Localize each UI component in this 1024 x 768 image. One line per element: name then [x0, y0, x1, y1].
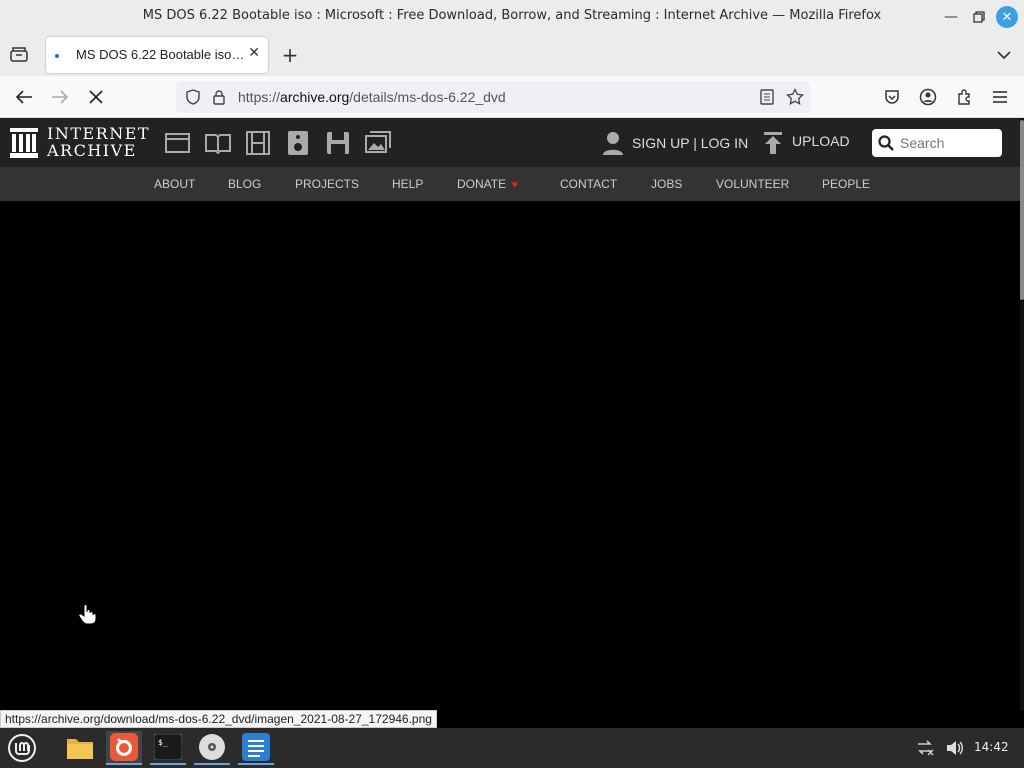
new-tab-icon[interactable]: + [279, 43, 301, 67]
archive-logo-text[interactable]: INTERNET ARCHIVE [47, 125, 150, 159]
menu-icon[interactable] [989, 86, 1011, 108]
nav-jobs[interactable]: JOBS [651, 177, 682, 191]
window-titlebar: MS DOS 6.22 Bootable iso : Microsoft : F… [0, 0, 1024, 34]
terminal-icon[interactable]: $_ [150, 731, 186, 765]
tab-strip: MS DOS 6.22 Bootable iso : M ✕ + [0, 34, 1024, 76]
link-status-bar: https://archive.org/download/ms-dos-6.22… [0, 710, 437, 728]
nav-blog[interactable]: BLOG [228, 177, 261, 191]
firefox-icon[interactable] [106, 731, 142, 765]
user-icon[interactable] [603, 131, 623, 159]
tab-close-icon[interactable]: ✕ [248, 45, 260, 61]
tab-overview-icon[interactable] [8, 43, 30, 65]
web-icon[interactable] [165, 131, 191, 155]
heart-icon: ♥ [511, 179, 518, 191]
site-header: INTERNET ARCHIVE SIGN UP | LOG IN UPLOAD… [0, 118, 1020, 167]
window-title: MS DOS 6.22 Bootable iso : Microsoft : F… [142, 8, 882, 23]
disc-icon[interactable] [194, 731, 230, 765]
tab-active[interactable]: MS DOS 6.22 Bootable iso : M ✕ [46, 37, 268, 73]
navigation-toolbar: https://archive.org/details/ms-dos-6.22_… [0, 76, 1024, 118]
signup-login-link[interactable]: SIGN UP | LOG IN [632, 135, 748, 151]
nav-contact[interactable]: CONTACT [560, 177, 617, 191]
text-editor-icon[interactable] [238, 731, 274, 765]
images-icon[interactable] [365, 131, 391, 155]
search-placeholder: Search [900, 135, 945, 151]
upload-link[interactable]: UPLOAD [792, 133, 850, 149]
archive-logo-icon[interactable] [10, 128, 38, 162]
tracking-protection-icon[interactable] [182, 86, 204, 108]
nav-volunteer[interactable]: VOLUNTEER [716, 177, 789, 191]
minimize-icon[interactable]: — [940, 6, 962, 28]
maximize-icon[interactable] [968, 6, 990, 28]
taskbar: $_ 14:42 [0, 728, 1024, 768]
page-content[interactable] [0, 201, 1020, 711]
upload-icon[interactable] [764, 132, 782, 158]
logo-line-1: INTERNET [47, 124, 151, 143]
nav-donate[interactable]: DONATE ♥ [457, 177, 518, 191]
reader-view-icon[interactable] [756, 86, 778, 108]
pocket-icon[interactable] [881, 86, 903, 108]
url-text[interactable]: https://archive.org/details/ms-dos-6.22_… [238, 89, 506, 105]
network-icon[interactable] [910, 731, 940, 765]
bookmark-star-icon[interactable] [784, 86, 806, 108]
account-icon[interactable] [917, 86, 939, 108]
nav-about[interactable]: ABOUT [154, 177, 195, 191]
lock-icon[interactable] [208, 86, 230, 108]
software-icon[interactable] [325, 131, 351, 155]
video-icon[interactable] [245, 131, 271, 155]
nav-people[interactable]: PEOPLE [822, 177, 870, 191]
search-input[interactable]: Search [872, 129, 1002, 157]
clock[interactable]: 14:42 [974, 740, 1009, 754]
list-all-tabs-icon[interactable] [993, 44, 1015, 66]
volume-icon[interactable] [940, 731, 970, 765]
close-icon[interactable]: ✕ [996, 6, 1018, 28]
url-bar[interactable]: https://archive.org/details/ms-dos-6.22_… [176, 81, 810, 113]
hand-cursor-icon [78, 603, 98, 629]
nav-help[interactable]: HELP [392, 177, 423, 191]
page-scrollbar[interactable] [1020, 118, 1024, 711]
back-icon[interactable] [13, 86, 35, 108]
files-folder-icon[interactable] [62, 731, 98, 765]
search-icon [878, 135, 894, 155]
texts-icon[interactable] [205, 131, 231, 155]
tab-label: MS DOS 6.22 Bootable iso : M [76, 47, 246, 62]
svg-text:$_: $_ [158, 738, 168, 747]
audio-icon[interactable] [285, 131, 311, 155]
logo-line-2: ARCHIVE [47, 141, 137, 160]
nav-donate-label: DONATE [457, 177, 507, 191]
start-menu-icon[interactable] [4, 731, 40, 765]
forward-icon[interactable] [49, 86, 71, 108]
scrollbar-thumb[interactable] [1020, 120, 1024, 300]
nav-projects[interactable]: PROJECTS [295, 177, 359, 191]
stop-loading-icon[interactable] [85, 86, 107, 108]
extensions-icon[interactable] [953, 86, 975, 108]
site-nav: ABOUT BLOG PROJECTS HELP DONATE ♥ CONTAC… [0, 167, 1020, 201]
tab-loading-indicator [55, 54, 59, 58]
